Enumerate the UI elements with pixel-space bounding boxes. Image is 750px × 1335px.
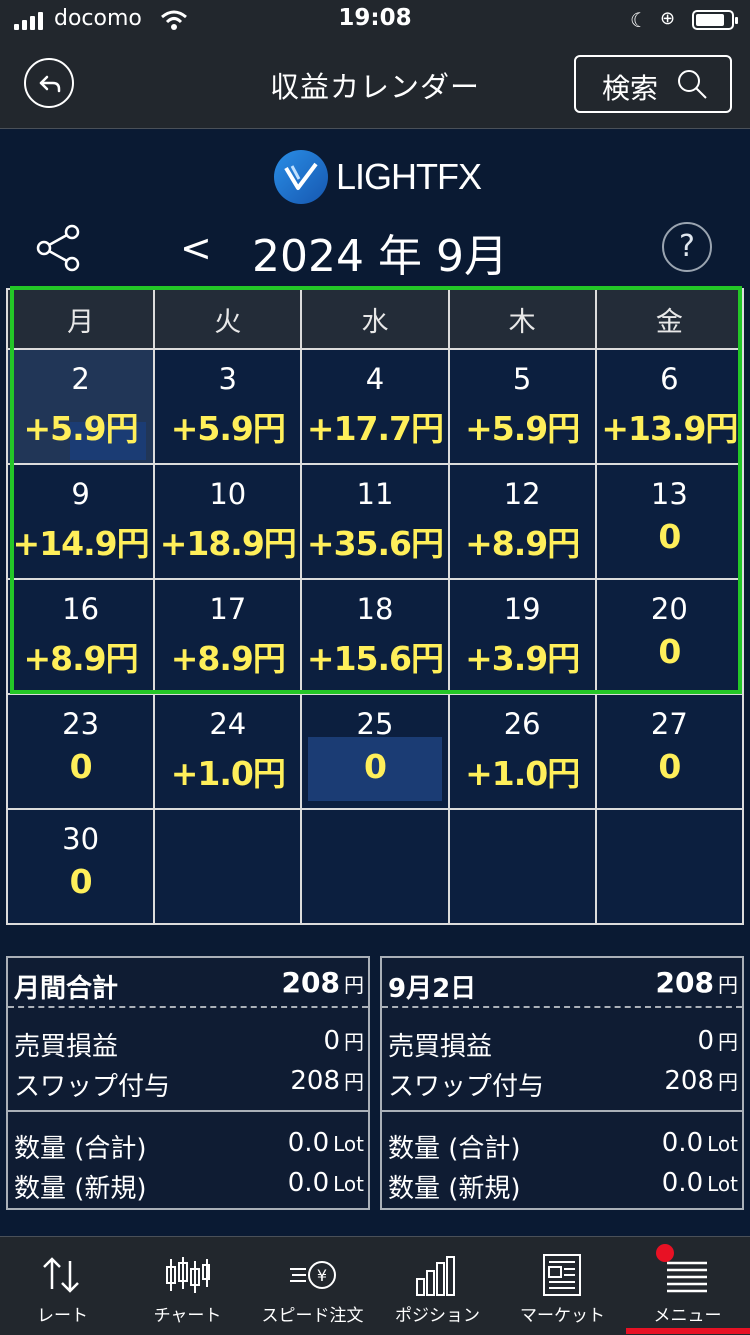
week-row: 30 0 bbox=[5, 808, 745, 925]
lightfx-logo: LIGHTFX bbox=[274, 150, 484, 204]
daily-summary-header: 9月2日 208 円 bbox=[382, 958, 742, 1008]
daily-summary-title: 9月2日 bbox=[388, 974, 477, 1004]
orientation-lock-icon: ⊕ bbox=[660, 8, 676, 29]
logo-text: LIGHTFX bbox=[336, 156, 482, 197]
empty-cell bbox=[594, 808, 745, 925]
week-row: 2 +5.9円 3 +5.9円 4 +17.7円 5 +5.9円 6 +13.9円 bbox=[5, 348, 745, 465]
day-cell[interactable]: 24 +1.0円 bbox=[153, 693, 303, 810]
day-cell[interactable]: 23 0 bbox=[5, 693, 156, 810]
search-button[interactable]: 検索 bbox=[574, 55, 732, 113]
weekday-wed: 水 bbox=[300, 288, 450, 350]
day-cell[interactable]: 13 0 bbox=[594, 463, 745, 580]
day-cell[interactable]: 20 0 bbox=[594, 578, 745, 695]
candlestick-icon bbox=[166, 1257, 210, 1293]
daily-total: 208 円 bbox=[655, 966, 738, 999]
monthly-total: 208 円 bbox=[281, 966, 364, 999]
app-header: 収益カレンダー 検索 bbox=[0, 42, 750, 129]
day-cell[interactable]: 11 +35.6円 bbox=[300, 463, 450, 580]
bar-chart-icon bbox=[416, 1256, 455, 1296]
day-cell[interactable]: 19 +3.9円 bbox=[447, 578, 597, 695]
empty-cell bbox=[447, 808, 597, 925]
search-icon bbox=[678, 70, 707, 99]
weekday-tue: 火 bbox=[153, 288, 303, 350]
logo-mark-icon bbox=[274, 150, 328, 204]
day-cell[interactable]: 9 +14.9円 bbox=[5, 463, 156, 580]
week-row: 23 0 24 +1.0円 25 0 26 +1.0円 27 0 bbox=[5, 693, 745, 810]
weekday-header-row: 月 火 水 木 金 bbox=[5, 288, 745, 350]
day-cell[interactable]: 12 +8.9円 bbox=[447, 463, 597, 580]
home-indicator bbox=[626, 1328, 750, 1334]
battery-icon bbox=[692, 10, 738, 30]
day-cell[interactable]: 3 +5.9円 bbox=[153, 348, 303, 465]
day-cell[interactable]: 5 +5.9円 bbox=[447, 348, 597, 465]
search-label: 検索 bbox=[602, 72, 659, 105]
day-cell[interactable]: 10 +18.9円 bbox=[153, 463, 303, 580]
day-cell[interactable]: 26 +1.0円 bbox=[447, 693, 597, 810]
day-cell[interactable]: 4 +17.7円 bbox=[300, 348, 450, 465]
newspaper-icon bbox=[543, 1254, 581, 1296]
empty-cell bbox=[300, 808, 450, 925]
day-cell[interactable]: 2 +5.9円 bbox=[5, 348, 156, 465]
monthly-summary-title: 月間合計 bbox=[14, 974, 119, 1004]
prev-month-button[interactable]: < bbox=[180, 226, 212, 270]
day-cell[interactable]: 6 +13.9円 bbox=[594, 348, 745, 465]
tab-speed-order[interactable]: ¥ スピード注文 bbox=[250, 1237, 375, 1335]
share-icon[interactable] bbox=[36, 224, 82, 272]
weekday-thu: 木 bbox=[447, 288, 597, 350]
bottom-tab-bar: レート チャート ¥ スピード注文 ポジション マーケット メニュー bbox=[0, 1236, 750, 1335]
tab-rate[interactable]: レート bbox=[0, 1237, 125, 1335]
day-cell[interactable]: 27 0 bbox=[594, 693, 745, 810]
day-cell[interactable]: 30 0 bbox=[5, 808, 156, 925]
tab-position[interactable]: ポジション bbox=[375, 1237, 500, 1335]
week-row: 16 +8.9円 17 +8.9円 18 +15.6円 19 +3.9円 20 0 bbox=[5, 578, 745, 695]
help-icon[interactable]: ? bbox=[662, 222, 712, 272]
tab-chart[interactable]: チャート bbox=[125, 1237, 250, 1335]
empty-cell bbox=[153, 808, 303, 925]
speed-order-icon: ¥ bbox=[290, 1261, 336, 1289]
divider bbox=[382, 1110, 742, 1112]
notification-badge bbox=[656, 1244, 674, 1262]
monthly-summary-panel: 月間合計 208 円 売買損益 0円 スワップ付与 208 円 数量 (合計) 0.… bbox=[6, 956, 370, 1210]
weekday-mon: 月 bbox=[5, 288, 156, 350]
week-row: 9 +14.9円 10 +18.9円 11 +35.6円 12 +8.9円 13 0 bbox=[5, 463, 745, 580]
daily-summary-panel: 9月2日 208 円 売買損益 0円 スワップ付与 208 円 数量 (合計) 0.… bbox=[380, 956, 744, 1210]
svg-text:¥: ¥ bbox=[317, 1266, 327, 1285]
month-title: 2024 年 9月 bbox=[252, 231, 508, 282]
tab-menu[interactable]: メニュー bbox=[625, 1237, 750, 1335]
rate-arrows-icon bbox=[43, 1257, 79, 1293]
profit-calendar: 月 火 水 木 金 2 +5.9円 3 +5.9円 4 +17.7円 5 +5.9円 6… bbox=[5, 288, 745, 925]
weekday-fri: 金 bbox=[594, 288, 745, 350]
day-cell[interactable]: 16 +8.9円 bbox=[5, 578, 156, 695]
day-cell[interactable]: 25 0 bbox=[300, 693, 450, 810]
monthly-summary-header: 月間合計 208 円 bbox=[8, 958, 368, 1008]
day-cell[interactable]: 18 +15.6円 bbox=[300, 578, 450, 695]
tab-market[interactable]: マーケット bbox=[500, 1237, 625, 1335]
status-bar: docomo 19:08 ☾ ⊕ bbox=[0, 0, 750, 42]
divider bbox=[8, 1110, 368, 1112]
day-cell[interactable]: 17 +8.9円 bbox=[153, 578, 303, 695]
do-not-disturb-icon: ☾ bbox=[630, 8, 648, 32]
